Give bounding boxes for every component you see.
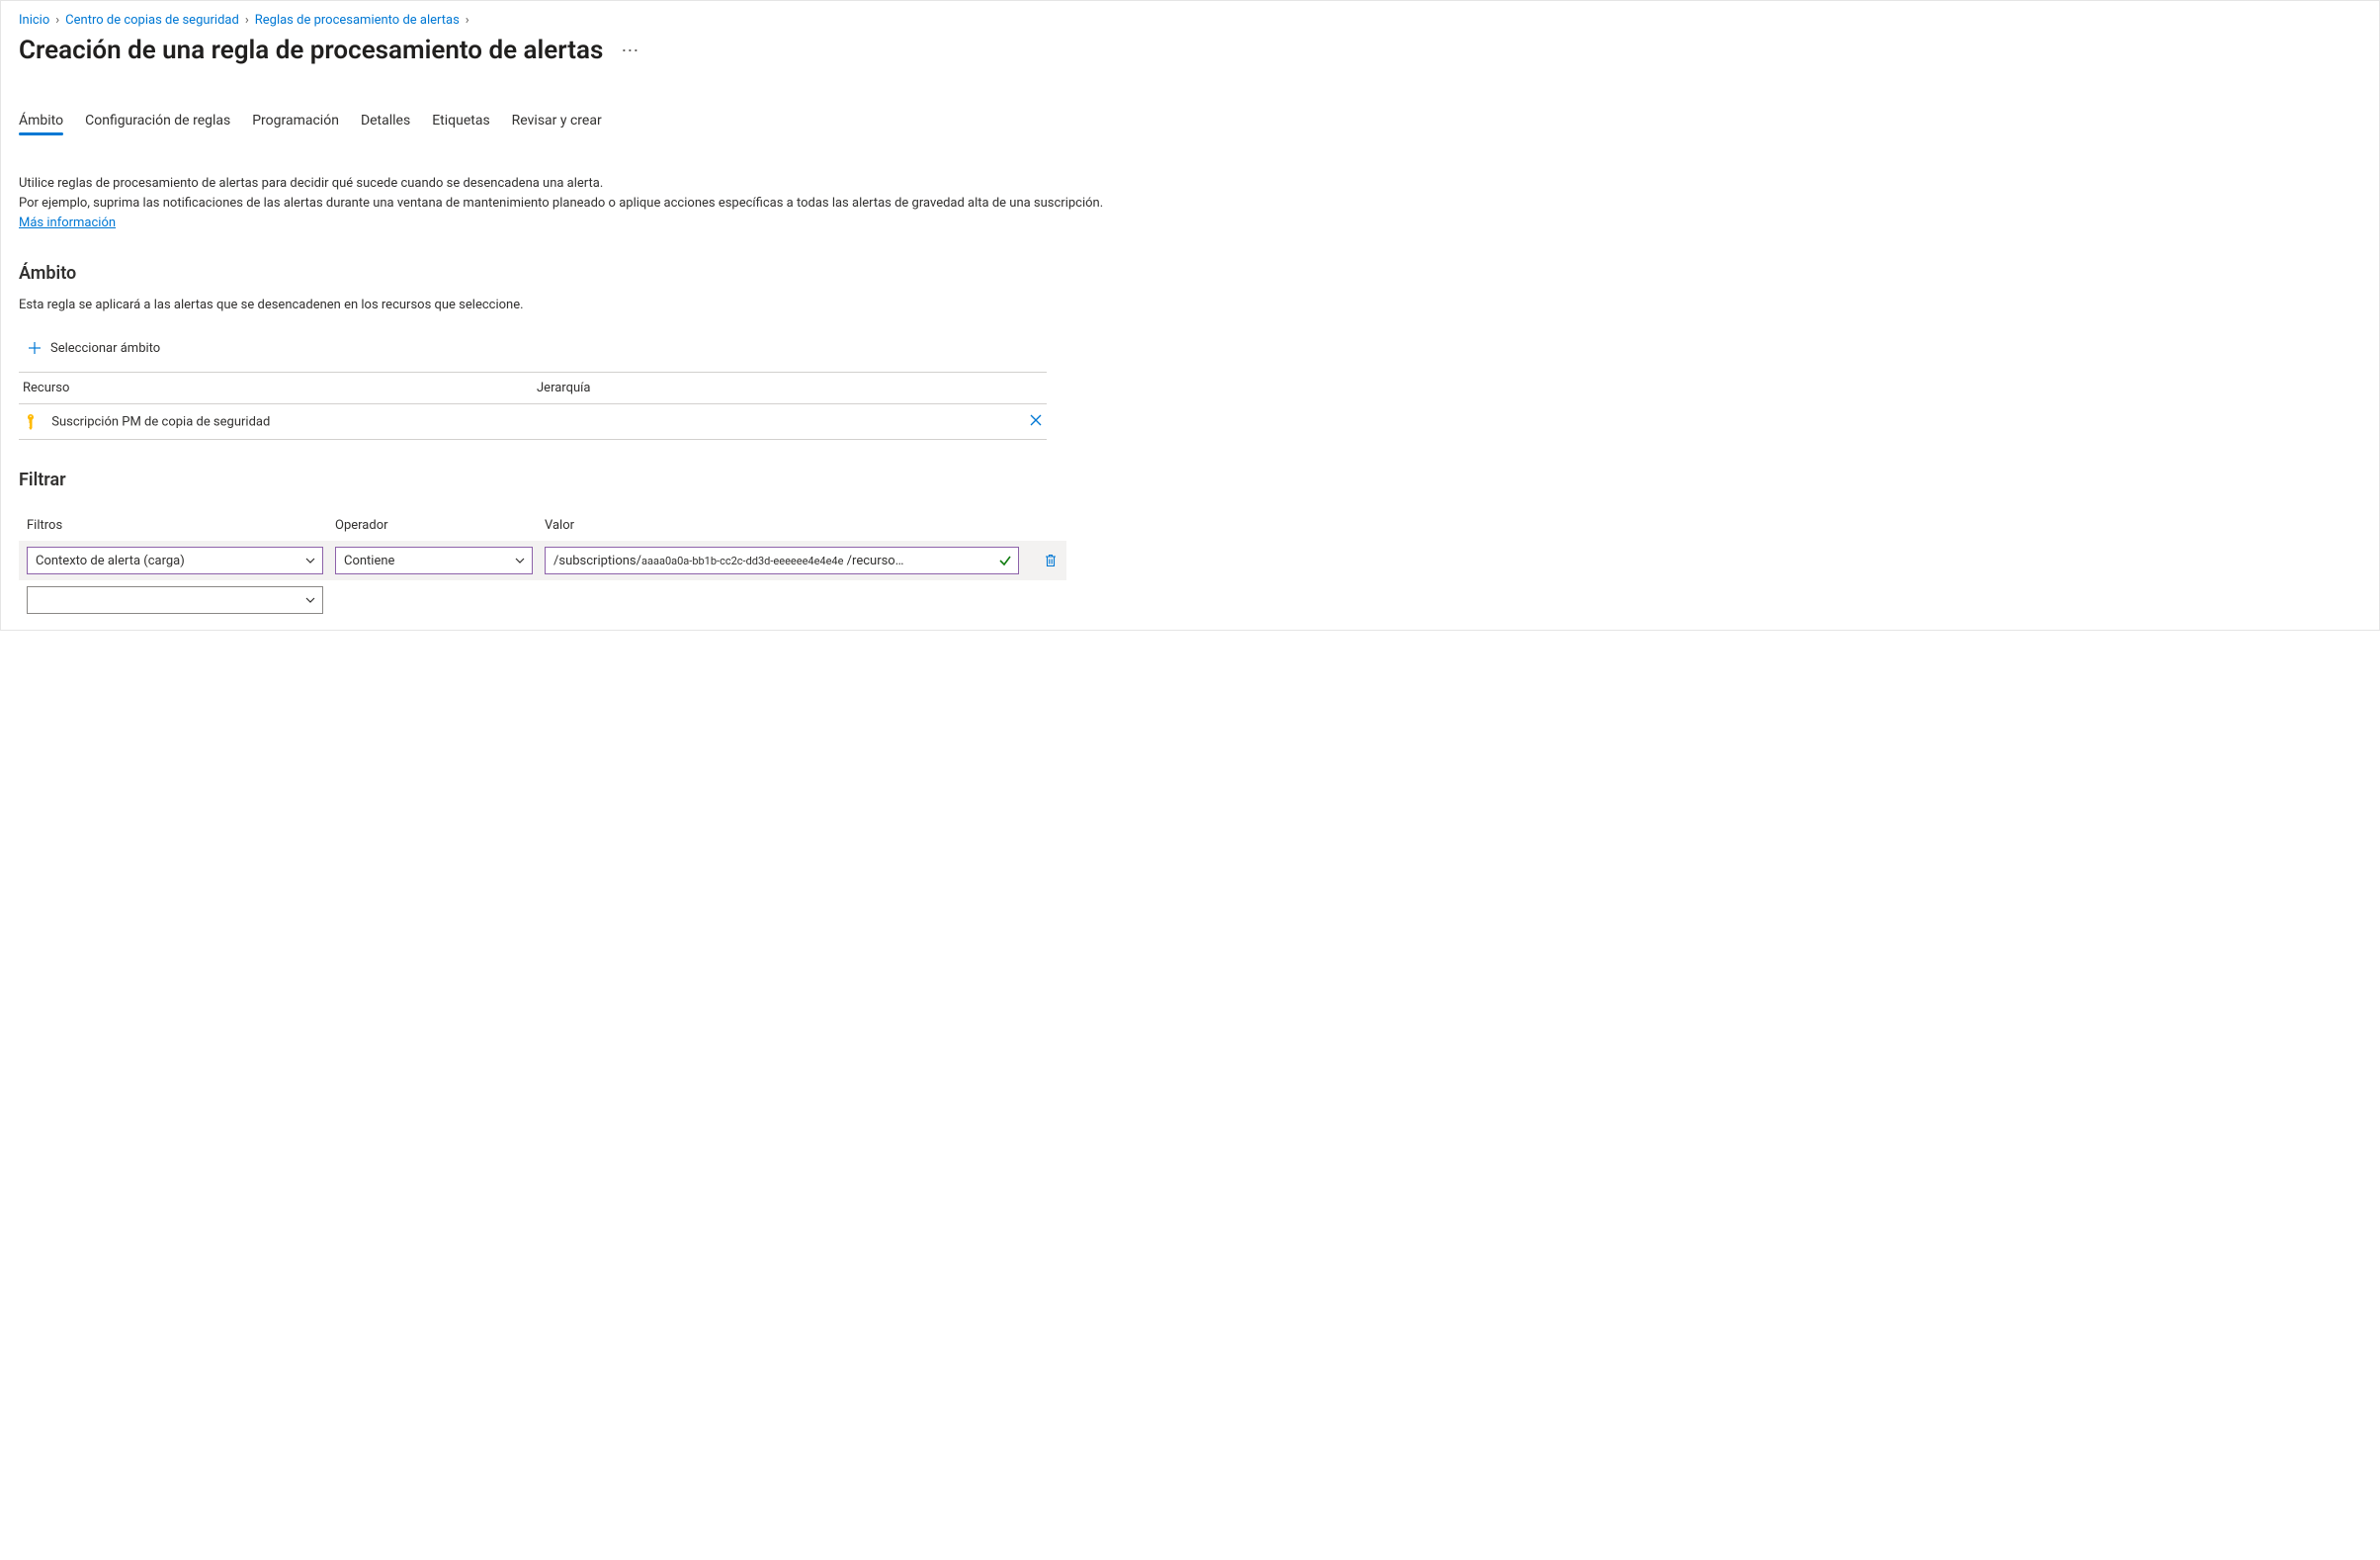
breadcrumb-item-home[interactable]: Inicio (19, 13, 49, 28)
chevron-down-icon (304, 594, 316, 606)
tab-schedule[interactable]: Programación (252, 107, 339, 134)
filter-operator-select[interactable]: Contiene (335, 547, 533, 574)
filter-value-input[interactable]: /subscriptions/aaaa0a0a-bb1b-cc2c-dd3d-e… (545, 547, 1019, 574)
col-filters: Filtros (27, 518, 323, 533)
filter-type-select-empty[interactable] (27, 586, 323, 614)
breadcrumb-item-alert-rules[interactable]: Reglas de procesamiento de alertas (255, 13, 460, 28)
plus-icon (27, 340, 42, 356)
description-line2: Por ejemplo, suprima las notificaciones … (19, 194, 1106, 233)
tab-rules-config[interactable]: Configuración de reglas (85, 107, 230, 134)
filter-heading: Filtrar (19, 470, 2361, 490)
tab-details[interactable]: Detalles (361, 107, 410, 134)
chevron-right-icon: › (466, 13, 469, 28)
chevron-down-icon (514, 555, 526, 566)
scope-row-name: Suscripción PM de copia de seguridad (51, 414, 270, 429)
tab-scope[interactable]: Ámbito (19, 107, 63, 134)
more-actions-button[interactable]: ⋯ (617, 37, 643, 65)
trash-icon (1043, 553, 1059, 568)
chevron-right-icon: › (245, 13, 249, 28)
close-icon (1029, 413, 1043, 427)
select-scope-button[interactable]: Seleccionar ámbito (19, 340, 160, 356)
col-value: Valor (545, 518, 1019, 533)
chevron-right-icon: › (55, 13, 59, 28)
filter-type-select[interactable]: Contexto de alerta (carga) (27, 547, 323, 574)
col-hierarchy: Jerarquía (533, 373, 1011, 404)
tab-tags[interactable]: Etiquetas (432, 107, 489, 134)
breadcrumb-item-backup-center[interactable]: Centro de copias de seguridad (65, 13, 239, 28)
check-icon (998, 554, 1012, 567)
key-icon (23, 414, 39, 430)
page-title: Creación de una regla de procesamiento d… (19, 36, 603, 65)
scope-table: Recurso Jerarquía Suscripción PM de copi… (19, 372, 1047, 440)
scope-subdesc: Esta regla se aplicará a las alertas que… (19, 298, 2361, 312)
remove-scope-button[interactable] (1029, 412, 1043, 431)
filter-header: Filtros Operador Valor (19, 518, 1066, 541)
description-text: Utilice reglas de procesamiento de alert… (19, 174, 1106, 233)
tab-review[interactable]: Revisar y crear (512, 107, 602, 134)
scope-heading: Ámbito (19, 263, 2361, 284)
filter-row: Contexto de alerta (carga) Contiene /sub… (19, 541, 1066, 580)
tabs: Ámbito Configuración de reglas Programac… (19, 107, 2361, 134)
learn-more-link[interactable]: Más información (19, 216, 116, 230)
col-operator: Operador (335, 518, 533, 533)
select-scope-label: Seleccionar ámbito (50, 341, 160, 356)
breadcrumb: Inicio › Centro de copias de seguridad ›… (19, 11, 2361, 36)
delete-filter-button[interactable] (1031, 553, 1070, 568)
description-line1: Utilice reglas de procesamiento de alert… (19, 174, 1106, 194)
chevron-down-icon (304, 555, 316, 566)
filter-row-empty (19, 580, 1066, 620)
scope-row: Suscripción PM de copia de seguridad (19, 404, 1047, 440)
col-resource: Recurso (19, 373, 533, 404)
